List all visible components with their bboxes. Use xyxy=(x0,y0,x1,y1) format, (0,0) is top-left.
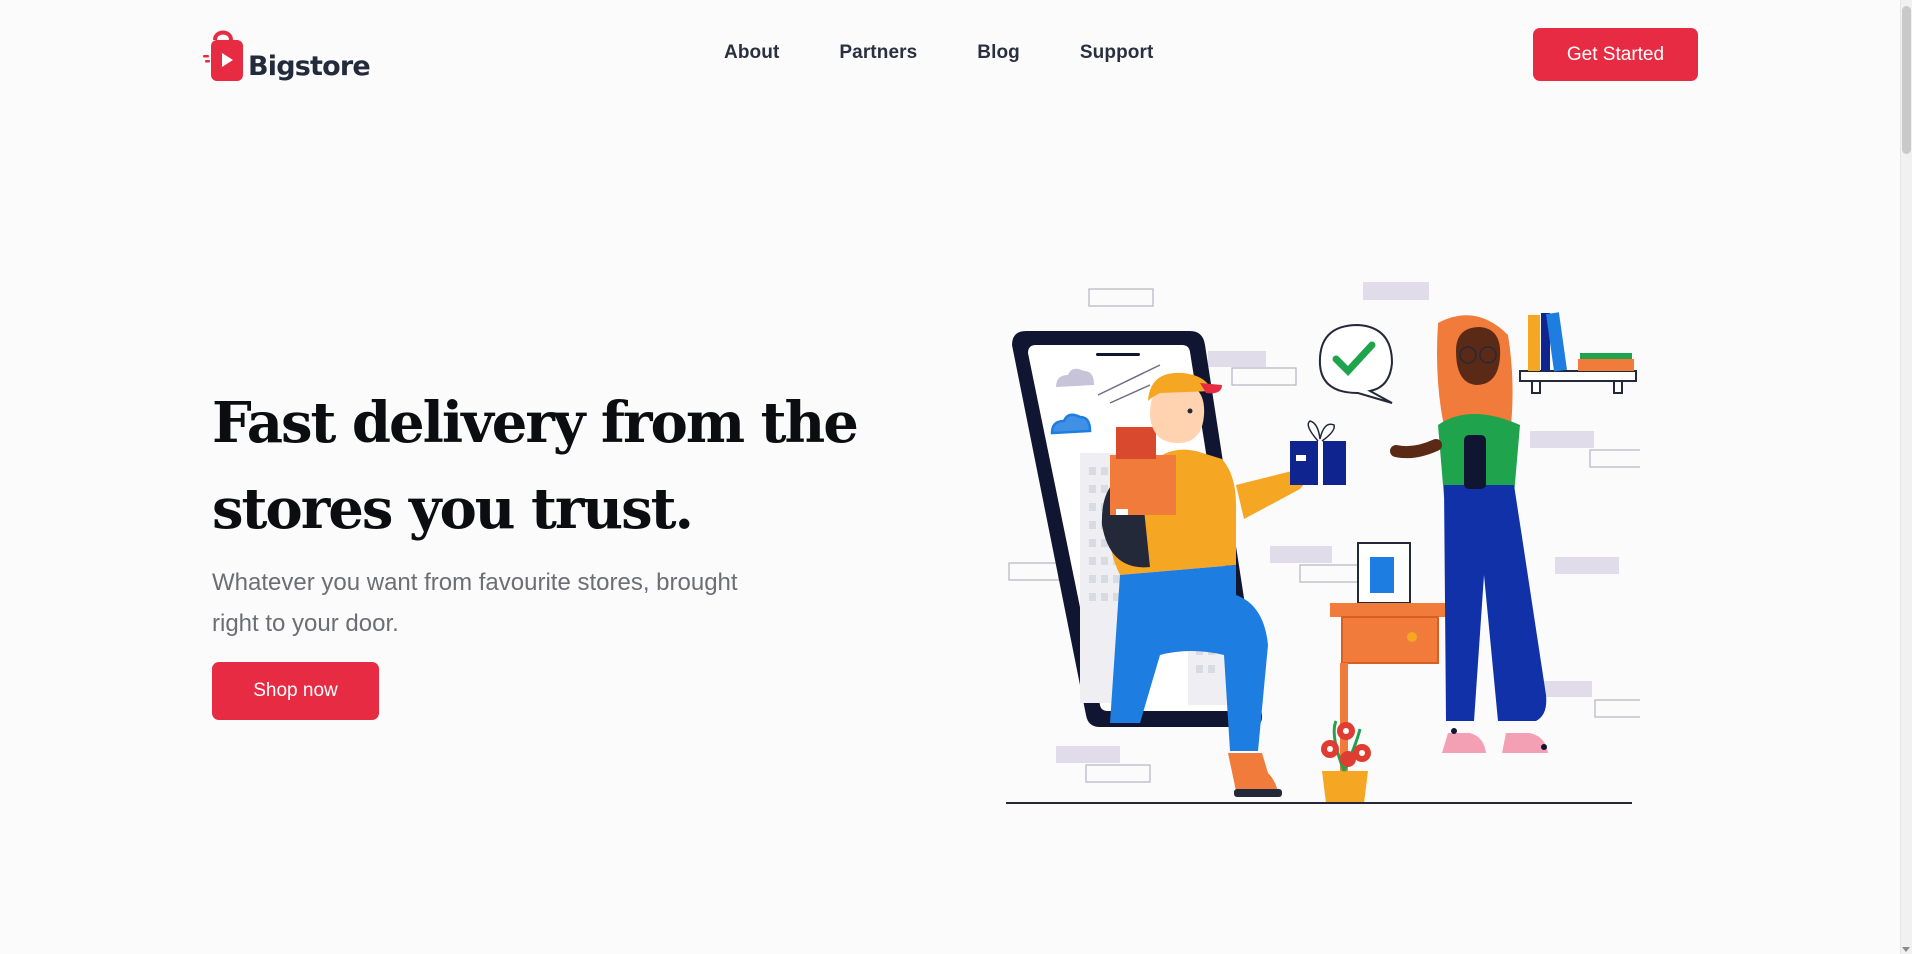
site-header: Bigstore About Partners Blog Support Get… xyxy=(0,0,1900,110)
hero-title-line-1: Fast delivery from the xyxy=(212,390,859,456)
nav-item-blog[interactable]: Blog xyxy=(977,42,1020,64)
plant-pot xyxy=(1321,720,1371,803)
check-bubble xyxy=(1318,323,1394,404)
scrollbar-thumb[interactable] xyxy=(1902,6,1911,154)
page: Bigstore About Partners Blog Support Get… xyxy=(0,0,1912,954)
hero-title-line-2: stores you trust. xyxy=(212,476,694,542)
main-nav: About Partners Blog Support xyxy=(724,42,1153,64)
nav-item-support[interactable]: Support xyxy=(1080,42,1154,64)
hero-title: Fast delivery from the stores you trust. xyxy=(212,380,892,552)
nav-item-partners[interactable]: Partners xyxy=(839,42,917,64)
hero-subtitle: Whatever you want from favourite stores,… xyxy=(212,562,812,644)
brand-logo[interactable]: Bigstore xyxy=(202,26,371,82)
shop-now-button[interactable]: Shop now xyxy=(212,662,379,720)
vertical-scrollbar[interactable] xyxy=(1900,0,1912,954)
brand-name: Bigstore xyxy=(248,51,371,82)
nav-item-about[interactable]: About xyxy=(724,42,779,64)
hero-subtitle-line-1: Whatever you want from favourite stores,… xyxy=(212,569,738,596)
scroll-down-arrow-icon[interactable] xyxy=(1902,947,1910,952)
delivery-illustration xyxy=(1006,282,1640,804)
hero-subtitle-line-2: right to your door. xyxy=(212,610,399,637)
bookshelf xyxy=(1519,312,1637,394)
get-started-button[interactable]: Get Started xyxy=(1533,28,1698,81)
gift-box xyxy=(1290,420,1346,485)
shopping-bag-icon xyxy=(203,30,243,81)
